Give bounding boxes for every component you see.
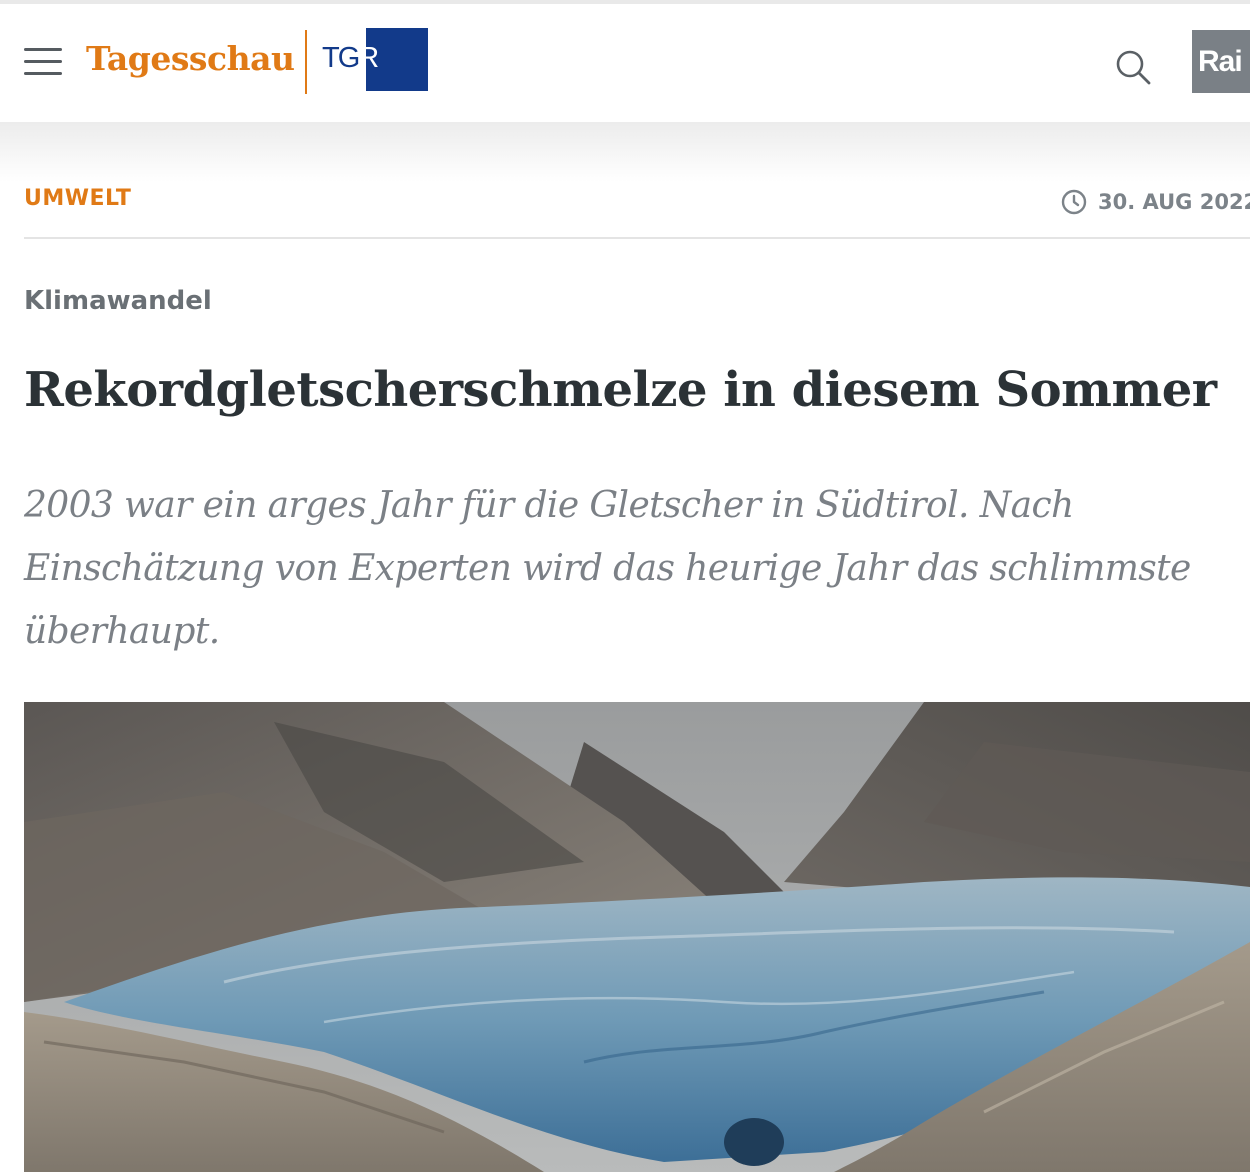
site-header: Tagesschau TGR Rai [0, 4, 1250, 122]
date-text: 30. AUG 2022 [1098, 190, 1250, 214]
tgr-logo-text: TGR [322, 42, 379, 74]
category-link[interactable]: UMWELT [24, 186, 131, 211]
clock-icon [1061, 189, 1087, 215]
hero-image-glacier[interactable] [24, 702, 1250, 1172]
header-shadow [0, 122, 1250, 182]
search-icon[interactable] [1114, 48, 1152, 86]
hamburger-menu-icon[interactable] [24, 46, 62, 78]
rai-logo[interactable]: Rai [1192, 30, 1250, 93]
brand-logo[interactable]: Tagesschau [86, 39, 295, 78]
tgr-logo[interactable]: TGR [316, 28, 428, 91]
divider [24, 237, 1250, 239]
article-kicker: Klimawandel [24, 286, 212, 316]
article-title: Rekordgletscherschmelze in diesem Sommer [24, 362, 1217, 418]
brand-divider [305, 30, 307, 94]
article-date: 30. AUG 2022 [1060, 188, 1250, 216]
article-lead: 2003 war ein arges Jahr für die Gletsche… [24, 485, 1191, 652]
